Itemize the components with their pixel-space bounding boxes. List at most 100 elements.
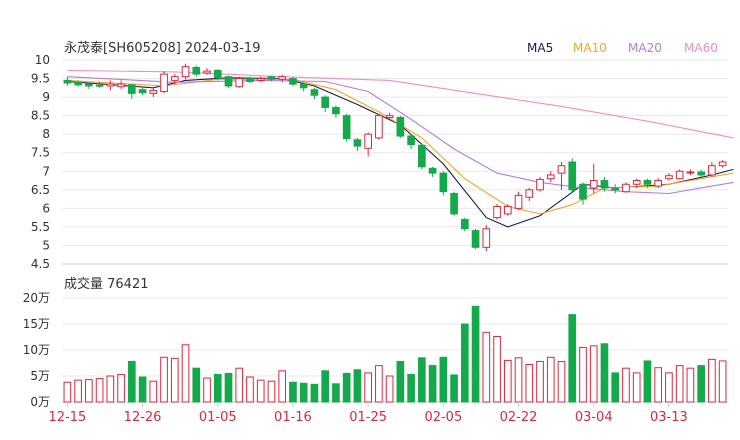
price-panel: 永茂泰[SH605208] 2024-03-19 MA5 MA10 MA20 M…	[31, 41, 734, 271]
volume-bar	[375, 365, 383, 403]
candle	[471, 228, 480, 250]
volume-bar	[718, 360, 727, 403]
candle-body	[235, 78, 244, 88]
price-tick-label: 8	[42, 127, 50, 141]
candle-body	[342, 115, 351, 140]
candle-body	[149, 89, 158, 94]
candle-body	[170, 76, 179, 81]
candle-body	[289, 78, 297, 85]
candle-body	[568, 161, 577, 191]
volume-tick-label: 5万	[30, 369, 50, 383]
volume-bar	[385, 375, 394, 403]
candle-body	[224, 76, 233, 87]
volume-panel: 成交量 76421 20万 15万 10万 5万 0万	[23, 276, 728, 409]
candle-body	[321, 96, 330, 108]
x-tick-label: 02-05	[424, 410, 462, 425]
price-tick-label: 9.5	[31, 72, 50, 86]
volume-bar	[536, 360, 544, 403]
candle	[160, 71, 168, 94]
candle-body	[450, 193, 458, 215]
volume-tick-label: 15万	[23, 317, 50, 331]
volume-bar	[63, 381, 72, 403]
candle	[235, 76, 244, 88]
candle	[525, 187, 534, 201]
candle-body	[718, 161, 727, 167]
candle-body	[493, 206, 501, 219]
ma-line-ma10	[67, 78, 734, 215]
candle-body	[611, 187, 620, 191]
candle-body	[353, 139, 362, 147]
volume-bar	[525, 364, 534, 403]
candle	[482, 225, 491, 252]
price-tick-label: 5.5	[31, 220, 50, 234]
candle	[675, 169, 684, 180]
volume-bar	[675, 365, 684, 403]
price-tick-label: 4.5	[31, 257, 50, 271]
candle-body	[85, 83, 93, 87]
candle	[503, 203, 512, 216]
candle-body	[385, 115, 394, 118]
volume-bar	[235, 367, 244, 403]
candle-body	[439, 172, 448, 193]
candle	[428, 166, 437, 177]
candle-body	[546, 174, 555, 180]
volume-bar	[321, 370, 330, 403]
x-tick-label: 03-04	[575, 410, 613, 425]
volume-bar	[138, 376, 147, 403]
legend-ma20: MA20	[628, 41, 662, 55]
candle-body	[95, 84, 104, 87]
candle	[117, 80, 125, 89]
price-tick-label: 10	[35, 53, 50, 67]
candle-body	[428, 167, 437, 174]
candle-body	[181, 66, 190, 78]
volume-bar	[503, 359, 512, 403]
candle-body	[160, 73, 168, 93]
price-tick-label: 8.5	[31, 109, 50, 123]
price-tick-label: 6.5	[31, 183, 50, 197]
volume-y-ticks: 20万 15万 10万 5万 0万	[23, 291, 50, 409]
moving-average-lines	[67, 69, 734, 228]
candle-body	[482, 228, 491, 248]
chart-title: 永茂泰[SH605208] 2024-03-19	[64, 41, 260, 56]
stock-chart: 永茂泰[SH605208] 2024-03-19 MA5 MA10 MA20 M…	[23, 41, 734, 425]
volume-bar	[600, 343, 609, 403]
candle-body	[127, 84, 136, 94]
legend-ma60: MA60	[684, 41, 718, 55]
candle	[396, 115, 405, 138]
volume-bar	[697, 365, 705, 403]
candle-body	[460, 218, 469, 230]
candle-body	[418, 144, 426, 168]
candle	[718, 160, 727, 168]
candle	[289, 76, 297, 86]
candle	[708, 162, 716, 177]
volume-bar	[289, 381, 297, 403]
candle	[299, 82, 308, 92]
candle-body	[310, 89, 319, 96]
candle-body	[407, 135, 415, 146]
volume-bar	[546, 356, 555, 403]
volume-bar	[74, 379, 82, 403]
candle	[536, 176, 544, 192]
candle	[611, 184, 620, 194]
candle-body	[396, 116, 405, 137]
candle	[106, 80, 115, 91]
candle	[546, 171, 555, 183]
candle-body	[557, 165, 566, 174]
volume-bar	[611, 372, 620, 403]
volume-bar	[439, 356, 448, 403]
candle-body	[299, 83, 308, 89]
candle-body	[525, 189, 534, 198]
candle-body	[256, 78, 265, 81]
volume-bar	[310, 383, 319, 403]
candle	[450, 191, 458, 216]
candle-body	[643, 180, 652, 185]
volume-bar	[149, 380, 158, 403]
price-tick-label: 5	[42, 238, 50, 252]
x-tick-label: 01-05	[199, 410, 237, 425]
volume-bar	[643, 360, 652, 403]
volume-bar	[514, 357, 523, 403]
x-tick-label: 12-26	[124, 410, 162, 425]
candle	[149, 87, 158, 98]
candle-body	[503, 206, 512, 215]
candle-body	[708, 165, 716, 176]
